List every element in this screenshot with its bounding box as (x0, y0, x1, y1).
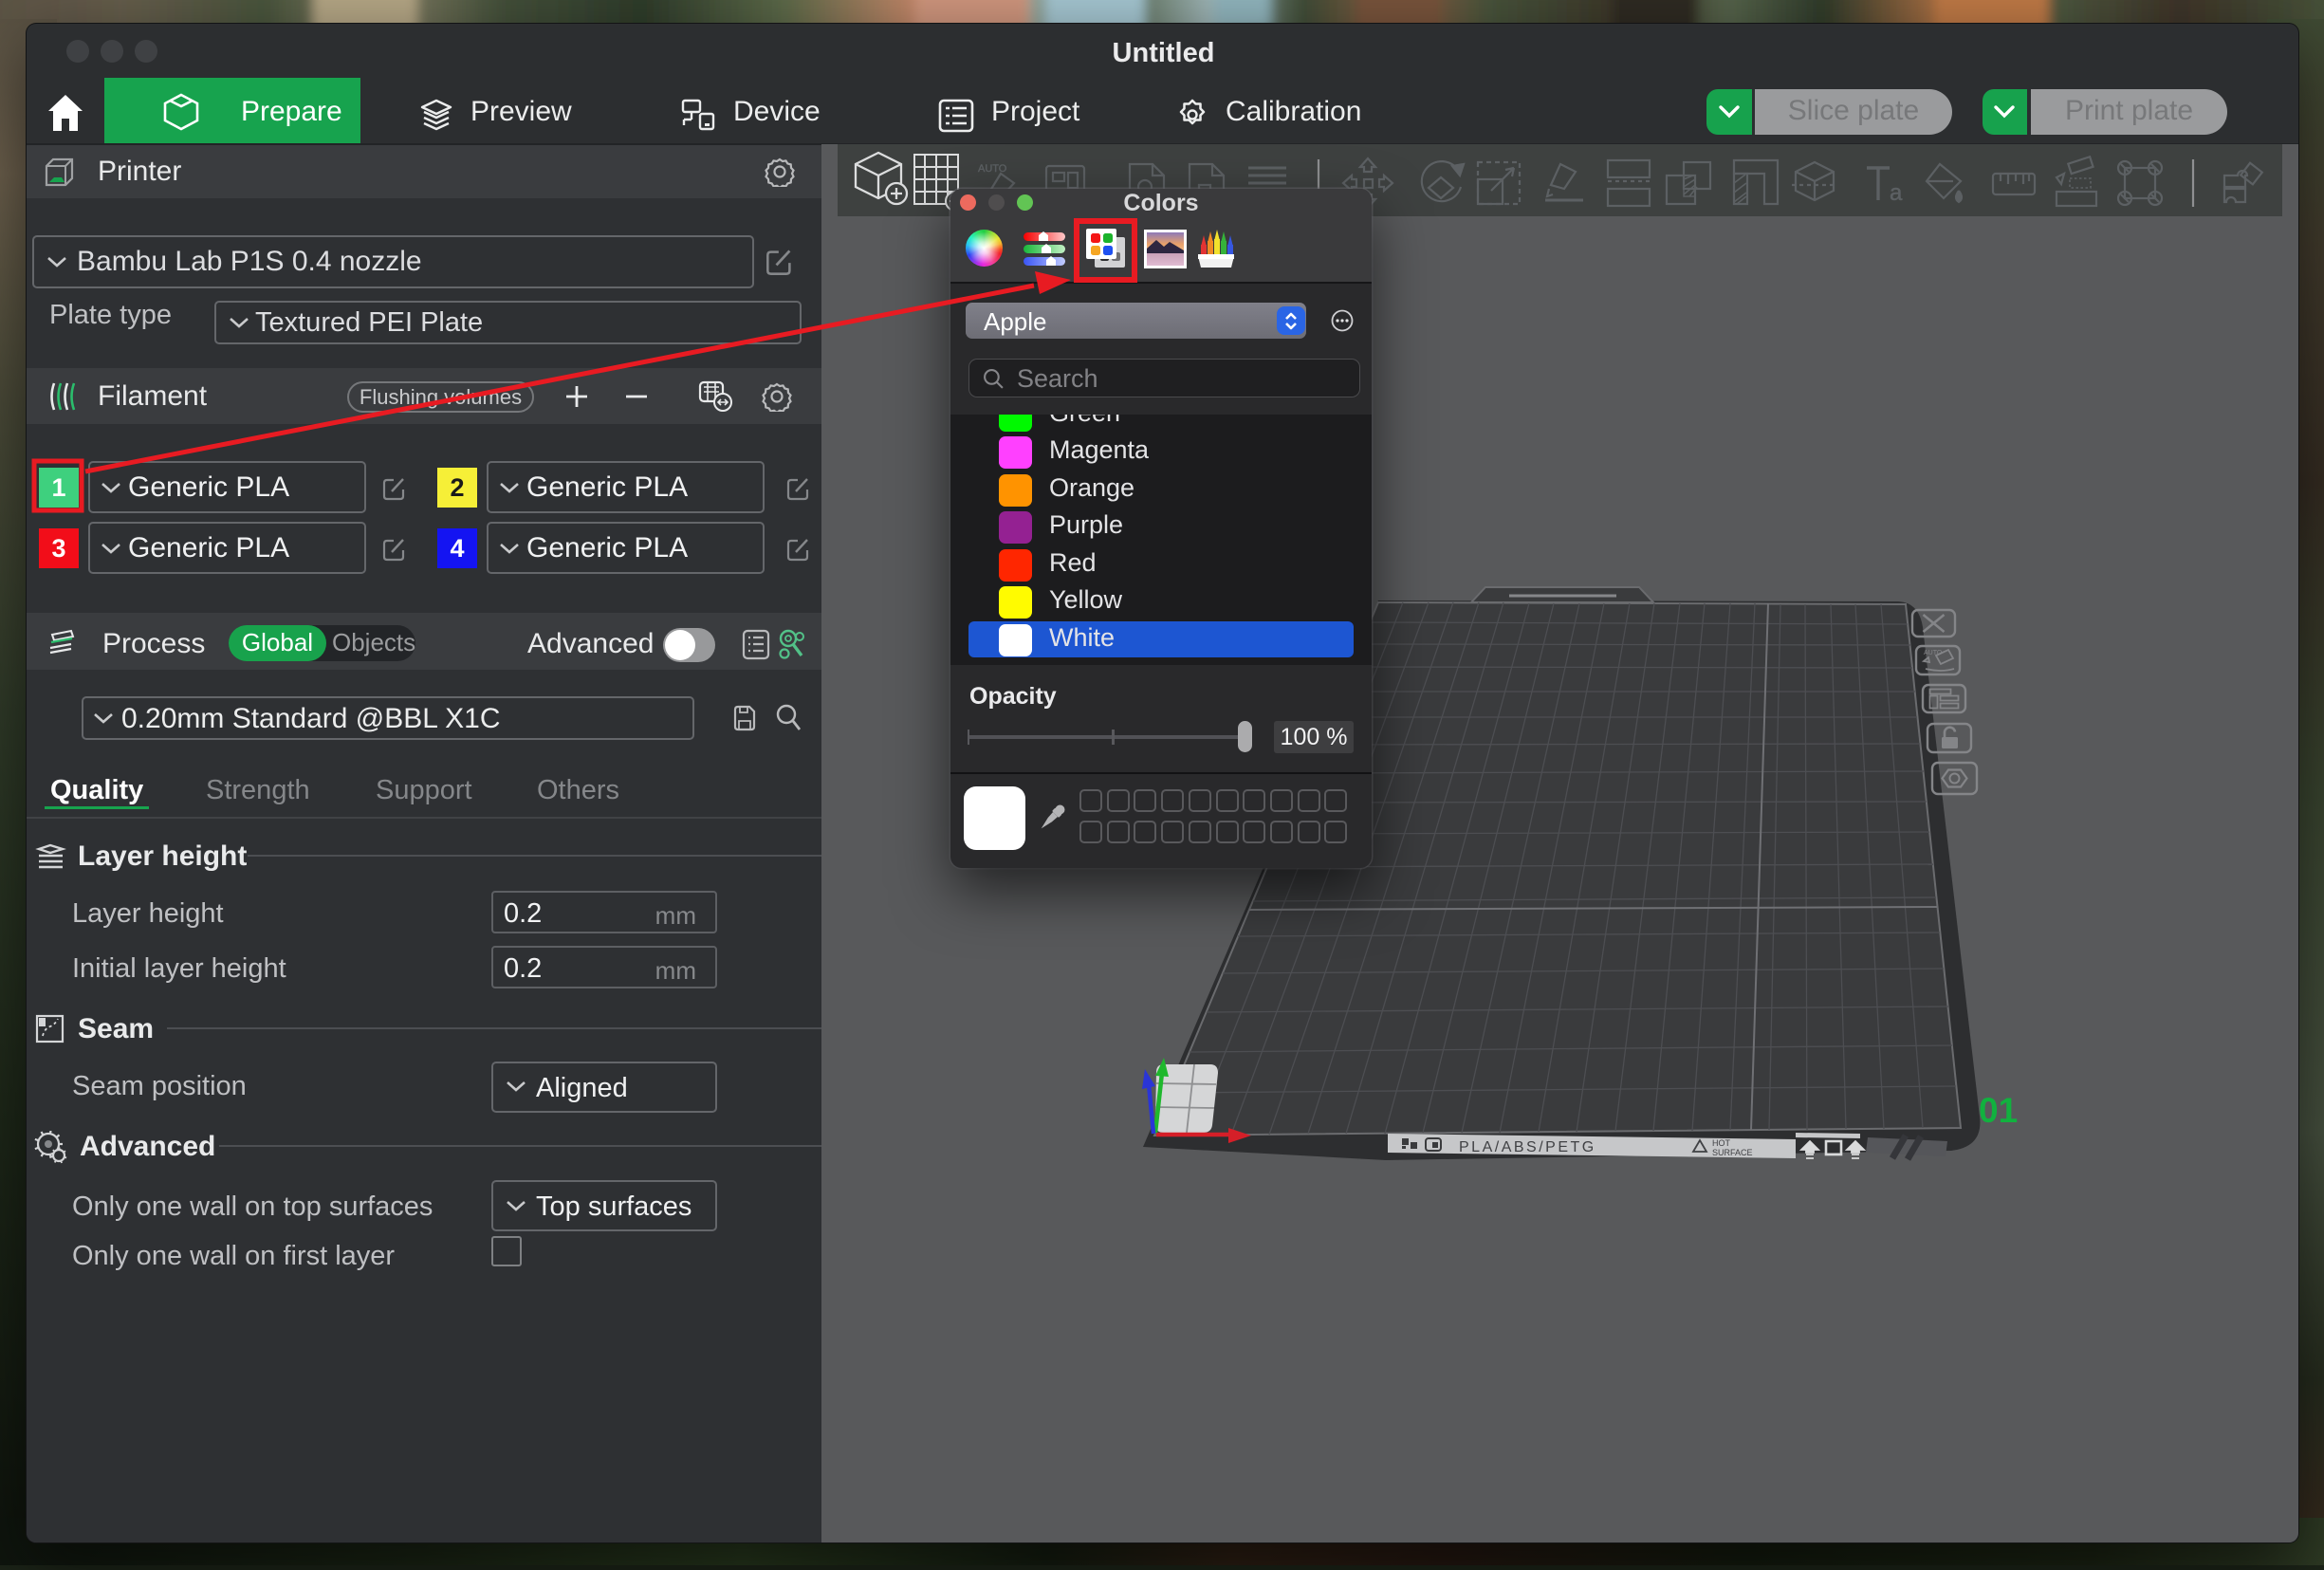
svg-text:01: 01 (1979, 1091, 2018, 1130)
svg-text:a: a (1890, 180, 1903, 206)
svg-text:SURFACE: SURFACE (1712, 1148, 1753, 1157)
svg-text:AUTO: AUTO (978, 163, 1007, 175)
svg-text:HOT: HOT (1712, 1138, 1731, 1148)
svg-text:PLA/ABS/PETG: PLA/ABS/PETG (1459, 1139, 1596, 1155)
